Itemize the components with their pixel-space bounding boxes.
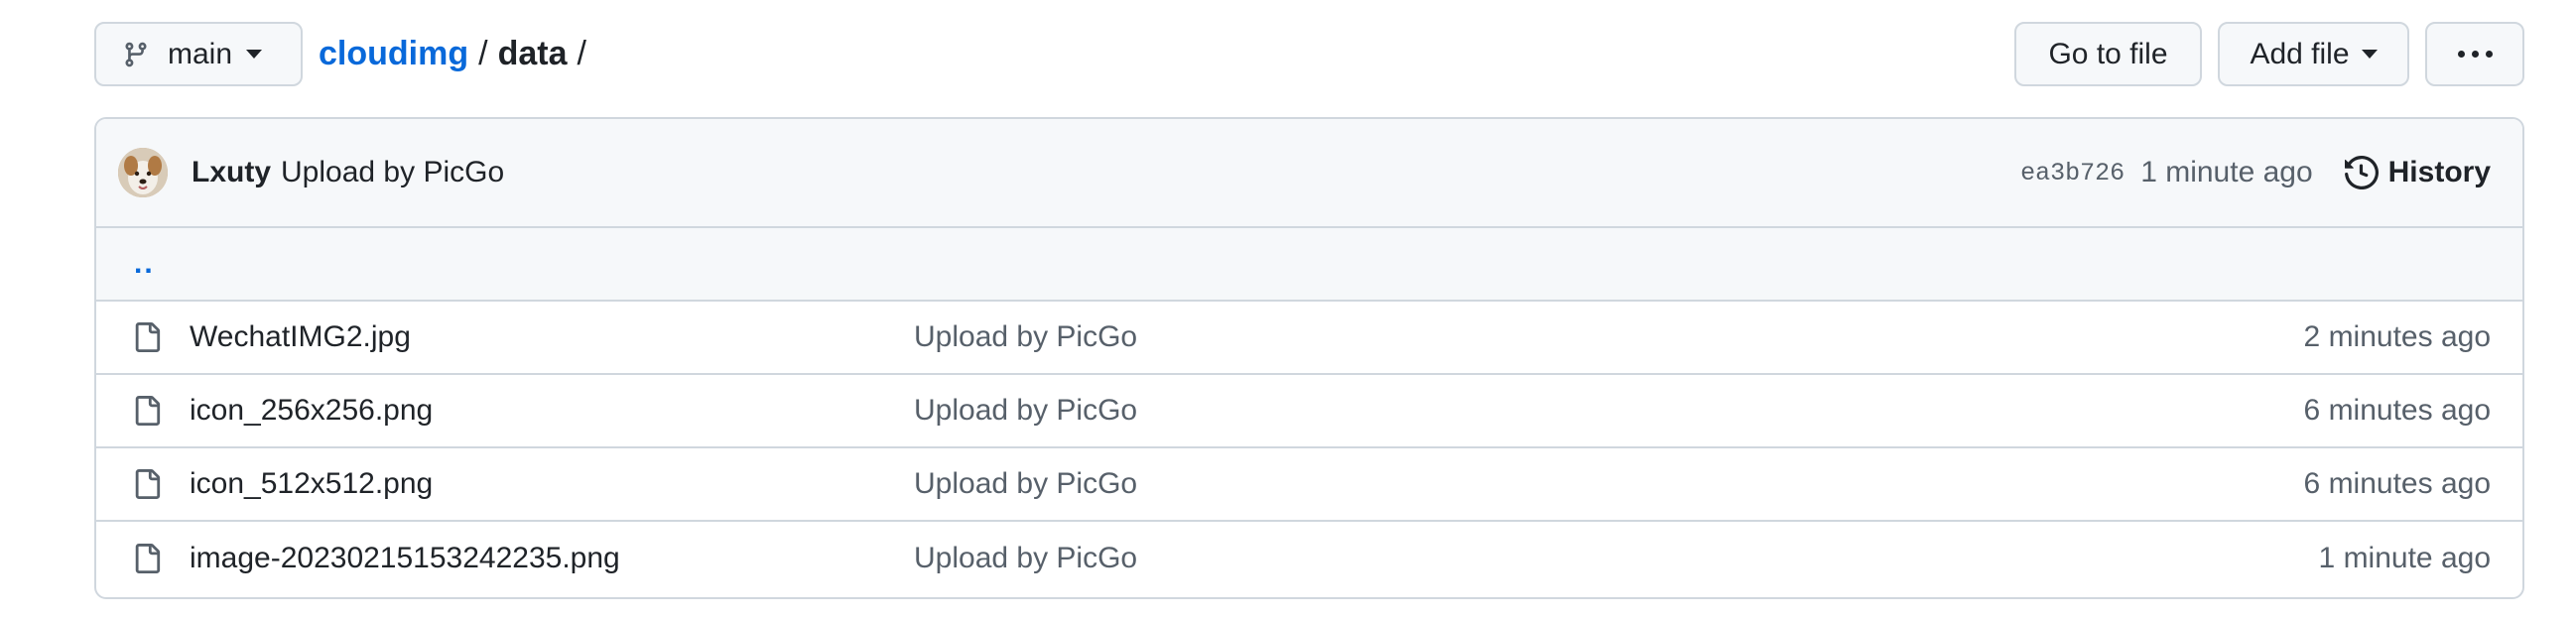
file-commit-message-link[interactable]: Upload by PicGo (914, 394, 2304, 428)
avatar-dog-image (118, 148, 168, 197)
top-toolbar: main cloudimg / data / Go to file Add fi… (94, 22, 2524, 86)
breadcrumb-separator: / (478, 35, 488, 72)
latest-commit-bar: Lxuty Upload by PicGo ea3b726 1 minute a… (96, 119, 2522, 228)
commit-author-link[interactable]: Lxuty (192, 156, 271, 189)
file-list-box: Lxuty Upload by PicGo ea3b726 1 minute a… (94, 117, 2524, 599)
table-row: image-20230215153242235.png Upload by Pi… (96, 522, 2522, 595)
file-name-link[interactable]: WechatIMG2.jpg (190, 320, 914, 354)
parent-directory-link[interactable]: .. (134, 247, 155, 281)
chevron-down-icon (246, 50, 263, 59)
file-name-link[interactable]: image-20230215153242235.png (190, 542, 914, 575)
branch-name: main (168, 37, 233, 70)
file-age: 1 minute ago (2318, 542, 2491, 574)
table-row: icon_512x512.png Upload by PicGo 6 minut… (96, 448, 2522, 522)
table-row: WechatIMG2.jpg Upload by PicGo 2 minutes… (96, 302, 2522, 375)
breadcrumb-repo-link[interactable]: cloudimg (319, 35, 468, 73)
breadcrumb: cloudimg / data / (319, 35, 596, 73)
repo-file-browser: main cloudimg / data / Go to file Add fi… (0, 0, 2576, 621)
file-name-link[interactable]: icon_512x512.png (190, 467, 914, 501)
history-icon (2344, 156, 2379, 189)
file-name-link[interactable]: icon_256x256.png (190, 394, 914, 428)
table-row: icon_256x256.png Upload by PicGo 6 minut… (96, 375, 2522, 448)
breadcrumb-trailing-separator: / (577, 35, 586, 72)
go-to-file-button[interactable]: Go to file (2014, 22, 2202, 86)
add-file-label: Add file (2250, 37, 2350, 70)
file-commit-message-link[interactable]: Upload by PicGo (914, 467, 2304, 501)
branch-selector-button[interactable]: main (94, 22, 303, 86)
file-icon (135, 544, 161, 573)
chevron-down-icon (2361, 50, 2378, 59)
file-commit-message-link[interactable]: Upload by PicGo (914, 320, 2304, 354)
commit-time: 1 minute ago (2140, 156, 2313, 188)
file-age: 6 minutes ago (2303, 467, 2491, 500)
avatar[interactable] (118, 148, 168, 197)
add-file-button[interactable]: Add file (2218, 22, 2409, 86)
git-branch-icon (125, 42, 147, 66)
file-icon (135, 322, 161, 352)
file-commit-message-link[interactable]: Upload by PicGo (914, 542, 2319, 575)
file-icon (135, 396, 161, 426)
breadcrumb-current-dir: data (497, 35, 568, 72)
history-label: History (2387, 156, 2491, 188)
file-age: 6 minutes ago (2303, 394, 2491, 427)
commit-message-link[interactable]: Upload by PicGo (281, 156, 504, 189)
commit-sha-link[interactable]: ea3b726 (2020, 159, 2125, 187)
parent-directory-row: .. (96, 228, 2522, 302)
more-options-button[interactable] (2425, 22, 2524, 86)
file-age: 2 minutes ago (2303, 320, 2491, 353)
history-link[interactable]: History (2344, 156, 2491, 189)
kebab-horizontal-icon (2457, 51, 2493, 58)
file-icon (135, 469, 161, 499)
